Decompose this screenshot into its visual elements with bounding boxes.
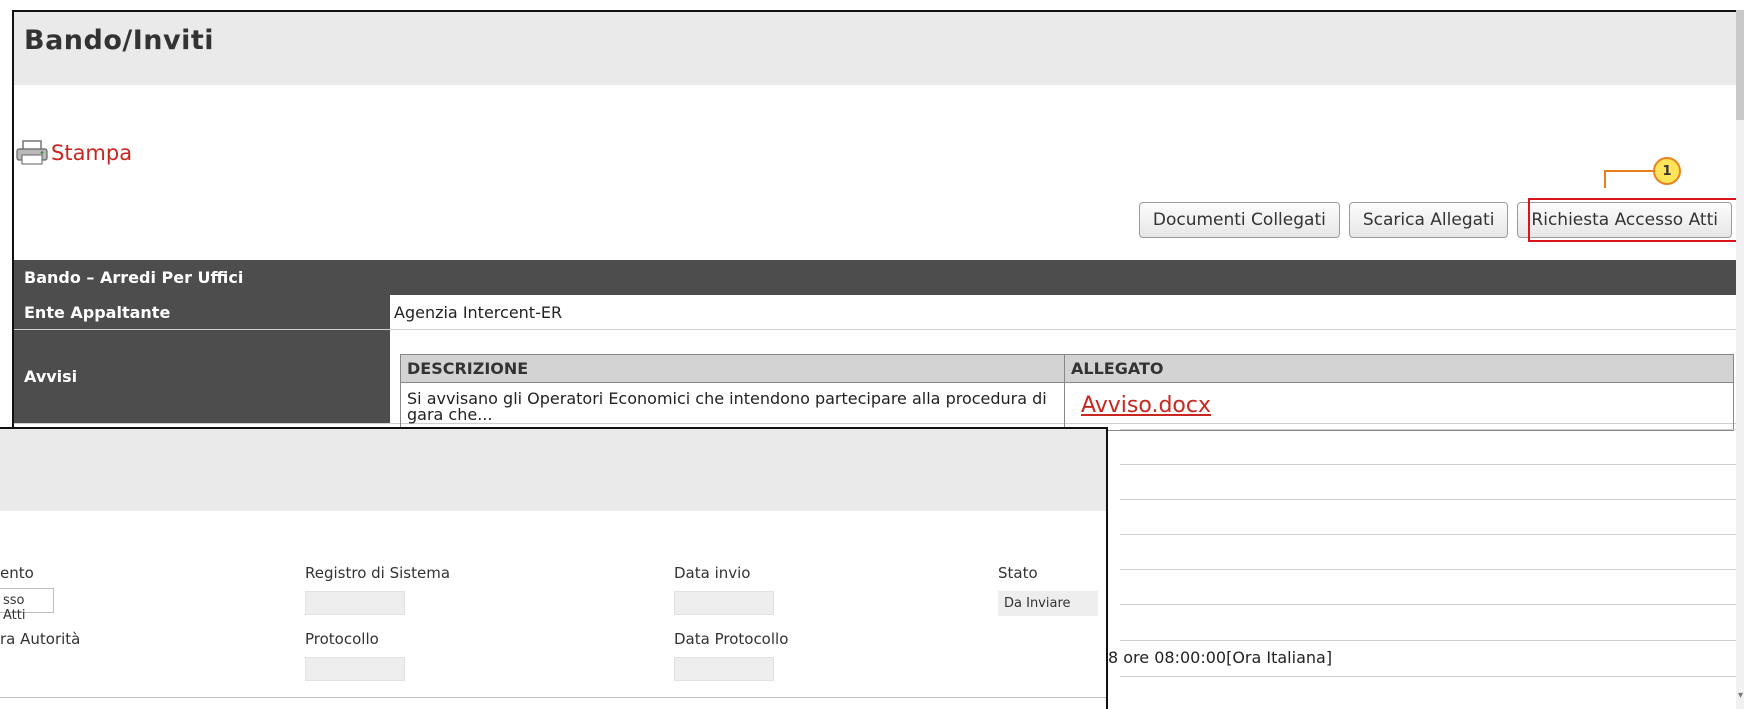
documento-field: sso Atti: [0, 588, 54, 623]
registro-field: [305, 591, 405, 615]
stato-field: Da Inviare: [998, 591, 1098, 616]
row-divider: [1120, 429, 1740, 430]
divider: [0, 697, 1106, 698]
allegato-cell: Avviso.docx: [1064, 382, 1734, 431]
ente-label: Ente Appaltante: [14, 295, 390, 329]
page-title: Bando/Inviti: [24, 25, 215, 56]
page-header: Bando/Inviti: [14, 12, 1744, 85]
table-header-row: DESCRIZIONE ALLEGATO: [400, 354, 1734, 383]
section-title: Bando – Arredi Per Uffici: [14, 260, 1740, 295]
data-invio-field: [674, 591, 774, 615]
documento-label: ento: [0, 564, 34, 582]
registro-label: Registro di Sistema: [305, 564, 451, 582]
row-divider: [1120, 464, 1740, 465]
scrollbar-thumb[interactable]: [1736, 10, 1744, 120]
scroll-down-icon[interactable]: ▾: [1738, 690, 1743, 701]
table-row: Si avvisano gli Operatori Economici che …: [400, 382, 1734, 431]
stampa-label: Stampa: [51, 141, 133, 165]
row-divider: [1120, 534, 1740, 535]
protocollo-field: [305, 657, 405, 681]
column-header: ALLEGATO: [1064, 354, 1734, 383]
descrizione-cell: Si avvisano gli Operatori Economici che …: [400, 382, 1065, 431]
protocollo-label: Protocollo: [305, 630, 379, 648]
avvisi-label: Avvisi: [14, 330, 390, 423]
documenti-collegati-button[interactable]: Documenti Collegati: [1138, 202, 1340, 238]
ente-value: Agenzia Intercent-ER: [394, 302, 563, 322]
row-divider: [1120, 640, 1740, 641]
allegato-link[interactable]: Avviso.docx: [1071, 393, 1211, 418]
row-divider: [1120, 676, 1740, 677]
ente-row: Ente Appaltante Agenzia Intercent-ER: [14, 295, 1740, 330]
callout-line: [1604, 171, 1606, 188]
richiesta-accesso-window: ento sso Atti Registro di Sistema Data i…: [0, 427, 1108, 709]
callout-line: [1604, 170, 1653, 172]
column-header: DESCRIZIONE: [400, 354, 1065, 383]
avvisi-table: DESCRIZIONE ALLEGATO Si avvisano gli Ope…: [400, 354, 1734, 431]
data-protocollo-field: [674, 657, 774, 681]
row-divider: [1120, 499, 1740, 500]
data-scadenza-partial: 8 ore 08:00:00[Ora Italiana]: [1108, 648, 1333, 667]
data-protocollo-label: Data Protocollo: [674, 630, 789, 648]
stampa-link[interactable]: Stampa: [16, 140, 132, 166]
callout-badge: 1: [1653, 157, 1681, 185]
row-divider: [1120, 604, 1740, 605]
scarica-allegati-button[interactable]: Scarica Allegati: [1348, 202, 1509, 238]
data-invio-label: Data invio: [674, 564, 751, 582]
front-header: [0, 429, 1106, 511]
highlight-box: [1528, 198, 1744, 242]
row-divider: [1120, 569, 1740, 570]
stato-label: Stato: [998, 564, 1038, 582]
printer-icon: [16, 140, 48, 165]
autorita-label: ra Autorità: [0, 630, 81, 648]
